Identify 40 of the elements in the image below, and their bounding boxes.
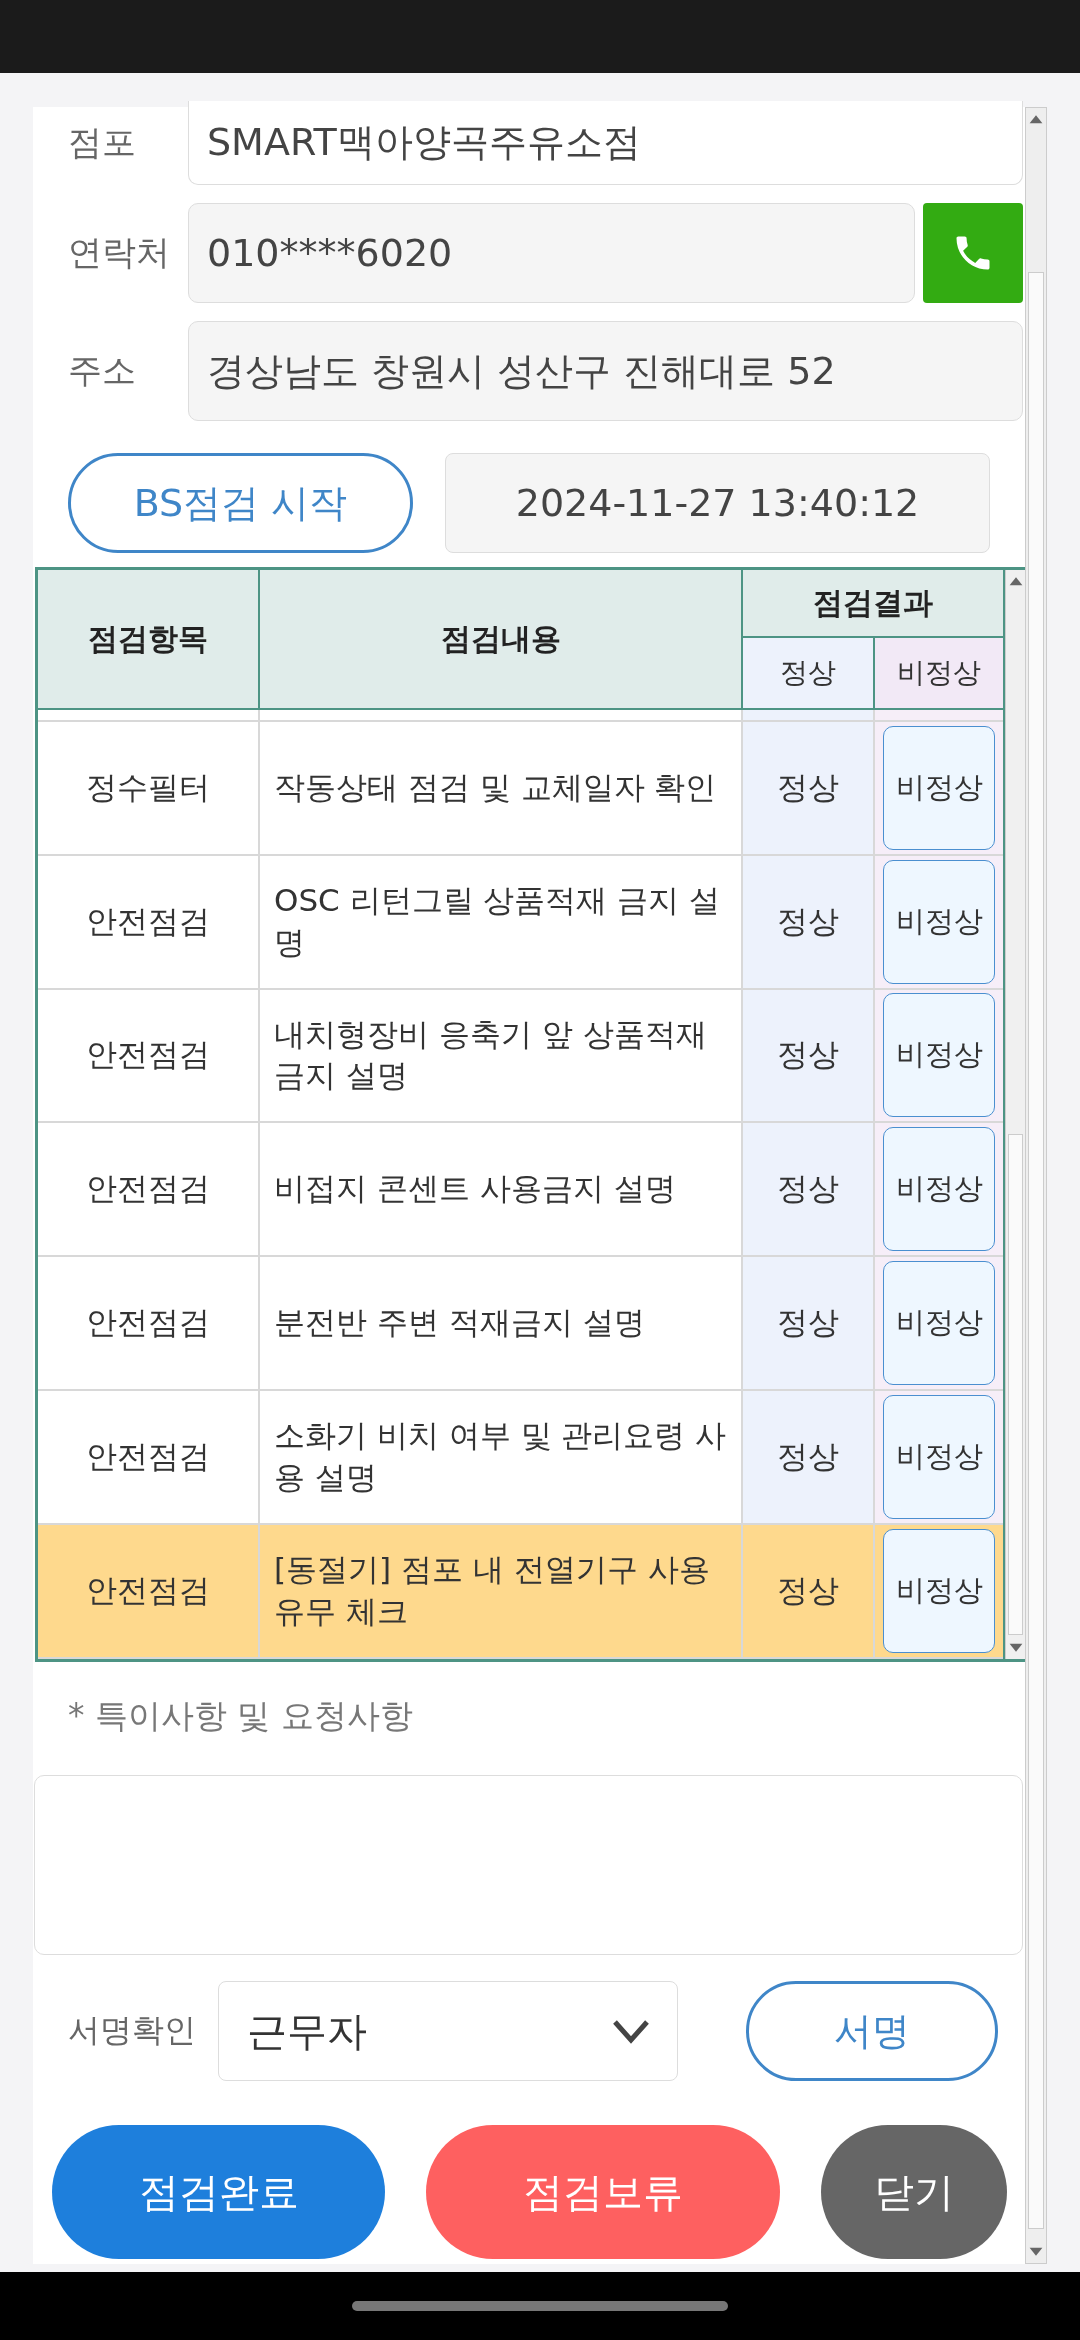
address-field[interactable]: 경상남도 창원시 성산구 진해대로 52 — [188, 321, 1023, 421]
column-header: 정상 — [743, 638, 875, 708]
action-button[interactable]: 닫기 — [821, 2125, 1007, 2259]
abnormal-button[interactable]: 비정상 — [883, 859, 995, 984]
normal-option[interactable]: 정상 — [743, 1391, 875, 1524]
normal-option[interactable]: 정상 — [743, 855, 875, 988]
table-cell: 안전점검 — [38, 855, 260, 988]
table-cell: 안전점검 — [38, 1525, 260, 1657]
table-cell: [동절기] 점포 내 전열기구 사용 유무 체크 — [260, 1525, 743, 1657]
table-cell: 정수필터 — [38, 721, 260, 854]
normal-option[interactable]: 정상 — [743, 721, 875, 854]
timestamp-field: 2024-11-27 13:40:12 — [445, 453, 990, 553]
normal-option[interactable]: 정상 — [743, 1525, 875, 1657]
contact-field[interactable]: 010****6020 — [188, 203, 915, 303]
contact-label: 연락처 — [68, 231, 171, 274]
action-button[interactable]: 점검완료 — [52, 2125, 385, 2259]
column-header: 비정상 — [875, 638, 1003, 708]
start-inspection-button[interactable]: BS점검 시작 — [68, 453, 413, 553]
abnormal-button[interactable]: 비정상 — [883, 1529, 995, 1654]
column-header: 점검항목 — [38, 570, 260, 708]
normal-option[interactable]: 정상 — [743, 1123, 875, 1256]
address-label: 주소 — [68, 349, 137, 392]
normal-option[interactable]: 정상 — [743, 989, 875, 1122]
abnormal-button[interactable]: 비정상 — [883, 1127, 995, 1252]
signature-label: 서명확인 — [68, 2010, 197, 2051]
table-cell: 안전점검 — [38, 1123, 260, 1256]
abnormal-button[interactable]: 비정상 — [883, 1261, 995, 1386]
abnormal-button[interactable]: 비정상 — [883, 725, 995, 850]
call-button[interactable] — [923, 203, 1023, 303]
store-label: 점포 — [68, 121, 137, 164]
abnormal-button[interactable]: 비정상 — [883, 1395, 995, 1520]
signer-dropdown[interactable]: 근무자 — [218, 1981, 678, 2081]
table-cell: 안전점검 — [38, 1391, 260, 1524]
abnormal-button[interactable]: 비정상 — [883, 993, 995, 1118]
store-field[interactable]: SMART맥아양곡주유소점 — [188, 101, 1023, 185]
table-cell: 안전점검 — [38, 1257, 260, 1390]
table-cell: 안전점검 — [38, 989, 260, 1122]
notes-label: * 특이사항 및 요청사항 — [68, 1695, 414, 1737]
normal-option[interactable]: 정상 — [743, 1257, 875, 1390]
sign-button[interactable]: 서명 — [746, 1981, 998, 2081]
